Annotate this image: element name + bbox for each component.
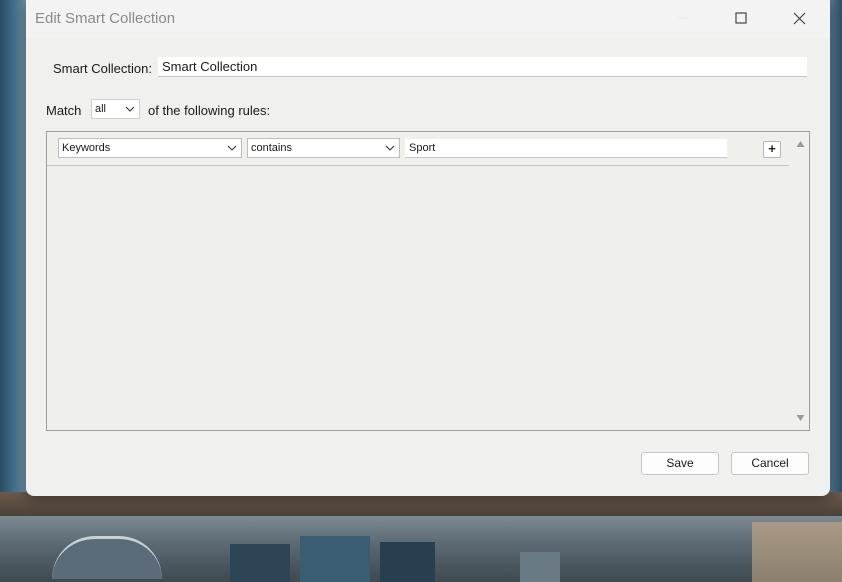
match-suffix-label: of the following rules:: [148, 103, 271, 118]
scroll-up-icon[interactable]: [796, 140, 805, 148]
rule-field-select[interactable]: Keywords: [58, 138, 242, 158]
rule-operator-select[interactable]: contains: [247, 138, 400, 158]
rule-operator-value: contains: [251, 142, 292, 154]
chevron-down-icon: [125, 106, 135, 112]
cancel-button[interactable]: Cancel: [731, 452, 809, 475]
background-stone-wall: [752, 522, 842, 582]
window-title: Edit Smart Collection: [35, 10, 176, 27]
rule-value-input[interactable]: Sport: [405, 139, 727, 158]
chevron-down-icon: [385, 145, 395, 151]
minimize-button[interactable]: [660, 0, 706, 36]
rules-scrollbar[interactable]: [792, 133, 809, 429]
match-prefix-label: Match: [46, 103, 82, 118]
match-mode-select[interactable]: all: [91, 99, 140, 119]
rules-panel: Keywords contains Sport +: [46, 131, 810, 431]
edit-smart-collection-dialog: Edit Smart Collection Smart Collection: …: [26, 0, 830, 496]
collection-name-label: Smart Collection:: [53, 61, 152, 76]
minimize-icon: [678, 17, 688, 19]
save-button[interactable]: Save: [641, 452, 719, 475]
collection-name-input[interactable]: Smart Collection: [158, 57, 807, 77]
add-rule-button[interactable]: +: [763, 141, 781, 158]
chevron-down-icon: [227, 145, 237, 151]
rule-row: Keywords contains Sport +: [47, 132, 789, 166]
close-icon: [793, 12, 805, 24]
match-mode-value: all: [95, 103, 107, 115]
rule-field-value: Keywords: [62, 142, 111, 154]
maximize-icon: [735, 12, 747, 24]
scroll-down-icon[interactable]: [796, 414, 805, 422]
title-bar: Edit Smart Collection: [26, 0, 830, 38]
close-button[interactable]: [776, 0, 822, 36]
maximize-button[interactable]: [718, 0, 764, 36]
